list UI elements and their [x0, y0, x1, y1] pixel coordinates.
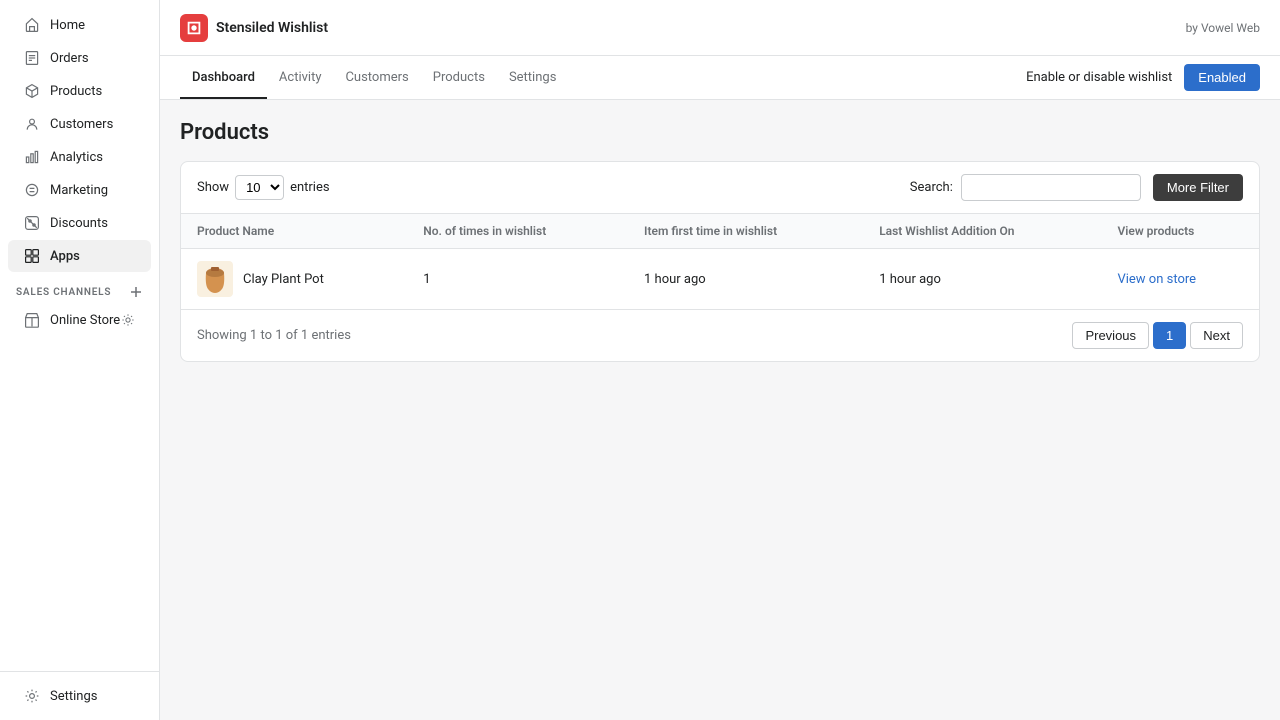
settings-icon [24, 688, 40, 704]
analytics-icon [24, 149, 40, 165]
more-filter-button[interactable]: More Filter [1153, 174, 1243, 201]
topbar-byline: by Vowel Web [1186, 21, 1260, 35]
orders-icon [24, 50, 40, 66]
add-sales-channel-button[interactable] [129, 285, 143, 299]
search-input[interactable] [961, 174, 1141, 201]
sidebar-item-apps[interactable]: Apps [8, 240, 151, 272]
last-addition-cell: 1 hour ago [863, 249, 1101, 310]
tab-activity[interactable]: Activity [267, 58, 334, 99]
card-footer: Showing 1 to 1 of 1 entries Previous 1 N… [181, 309, 1259, 361]
store-icon [24, 312, 40, 328]
pagination: Previous 1 Next [1072, 322, 1243, 349]
showing-text: Showing 1 to 1 of 1 entries [197, 328, 351, 343]
sidebar-item-products[interactable]: Products [8, 75, 151, 107]
home-icon [24, 17, 40, 33]
sidebar-item-home[interactable]: Home [8, 9, 151, 41]
next-button[interactable]: Next [1190, 322, 1243, 349]
enable-label: Enable or disable wishlist [1026, 70, 1172, 85]
tab-settings[interactable]: Settings [497, 58, 568, 99]
product-name-cell: Clay Plant Pot [181, 249, 407, 310]
enabled-button[interactable]: Enabled [1184, 64, 1260, 91]
gear-icon [121, 313, 135, 327]
col-first-time: Item first time in wishlist [628, 214, 863, 249]
marketing-icon [24, 182, 40, 198]
apps-icon [24, 248, 40, 264]
page-1-button[interactable]: 1 [1153, 322, 1186, 349]
wishlist-count-cell: 1 [407, 249, 628, 310]
sidebar-footer: Settings [0, 671, 159, 720]
product-image [201, 263, 229, 295]
sidebar-nav: Home Orders Products Customers Analytics… [0, 0, 159, 671]
col-wishlist-count: No. of times in wishlist [407, 214, 628, 249]
view-link-cell: View on store [1101, 249, 1259, 310]
table-row: Clay Plant Pot 1 1 hour ago 1 hour ago V… [181, 249, 1259, 310]
sidebar-item-discounts[interactable]: Discounts [8, 207, 151, 239]
app-logo [180, 14, 208, 42]
first-time-cell: 1 hour ago [628, 249, 863, 310]
show-entries: Show 10 25 50 entries [197, 175, 330, 200]
products-table: Product Name No. of times in wishlist It… [181, 213, 1259, 309]
tab-customers[interactable]: Customers [333, 58, 420, 99]
customers-icon [24, 116, 40, 132]
tab-products[interactable]: Products [421, 58, 497, 99]
main-area: Stensiled Wishlist by Vowel Web Dashboar… [160, 0, 1280, 720]
tabs-left: Dashboard Activity Customers Products Se… [180, 58, 568, 98]
page-title: Products [180, 120, 1260, 145]
sidebar-item-analytics[interactable]: Analytics [8, 141, 151, 173]
sidebar-item-marketing[interactable]: Marketing [8, 174, 151, 206]
entries-select[interactable]: 10 25 50 [235, 175, 284, 200]
product-thumbnail [197, 261, 233, 297]
sidebar-item-online-store[interactable]: Online Store [8, 304, 151, 336]
app-title: Stensiled Wishlist [216, 20, 328, 36]
sidebar-item-orders[interactable]: Orders [8, 42, 151, 74]
discounts-icon [24, 215, 40, 231]
view-on-store-link[interactable]: View on store [1117, 272, 1196, 287]
sidebar: Home Orders Products Customers Analytics… [0, 0, 160, 720]
sidebar-item-customers[interactable]: Customers [8, 108, 151, 140]
nav-tabs: Dashboard Activity Customers Products Se… [160, 56, 1280, 100]
col-view-products: View products [1101, 214, 1259, 249]
col-product-name: Product Name [181, 214, 407, 249]
sales-channels-section: SALES CHANNELS [0, 273, 159, 303]
products-card: Show 10 25 50 entries Search: More [180, 161, 1260, 362]
products-icon [24, 83, 40, 99]
col-last-addition: Last Wishlist Addition On [863, 214, 1101, 249]
previous-button[interactable]: Previous [1072, 322, 1149, 349]
search-group: Search: [910, 174, 1141, 201]
tab-dashboard[interactable]: Dashboard [180, 58, 267, 99]
topbar: Stensiled Wishlist by Vowel Web [160, 0, 1280, 56]
sidebar-item-settings[interactable]: Settings [8, 680, 151, 712]
content-area: Products Show 10 25 50 entries [160, 100, 1280, 720]
tabs-right: Enable or disable wishlist Enabled [1026, 64, 1260, 91]
card-toolbar: Show 10 25 50 entries Search: More [181, 162, 1259, 213]
